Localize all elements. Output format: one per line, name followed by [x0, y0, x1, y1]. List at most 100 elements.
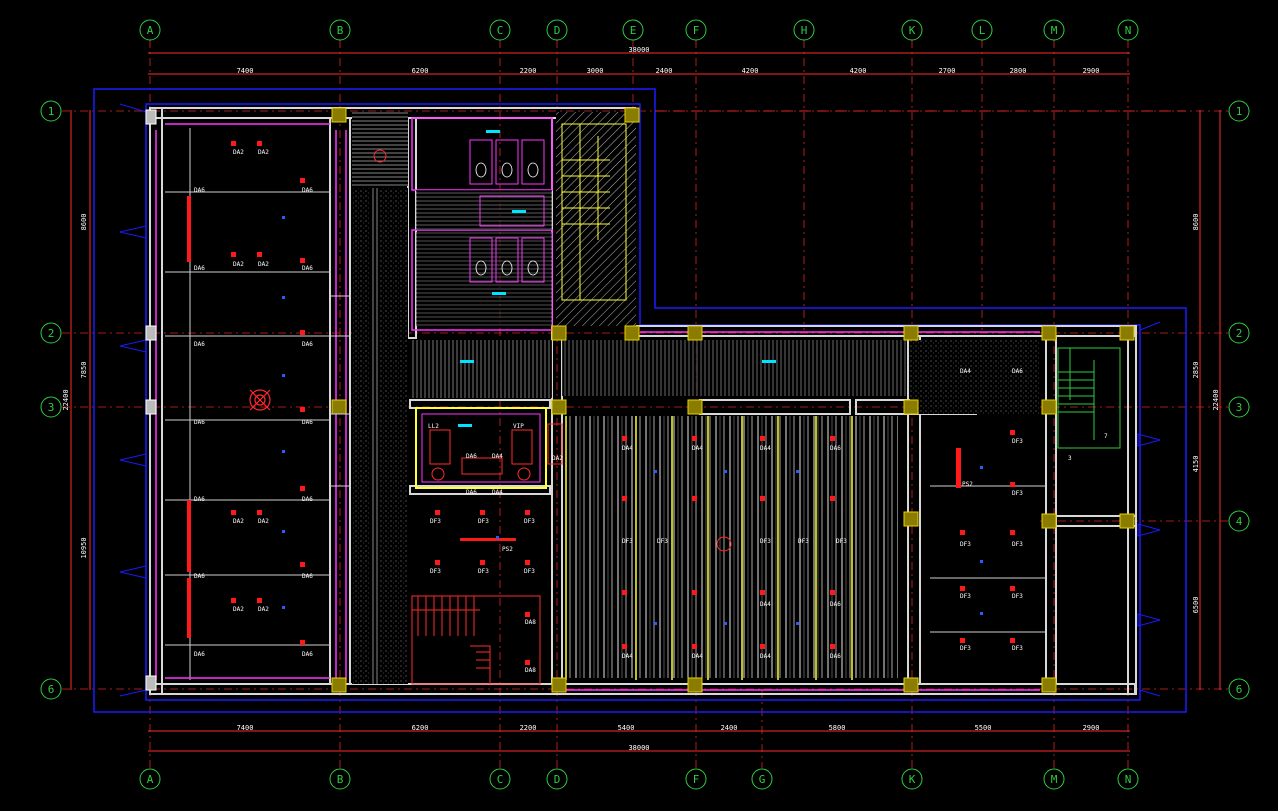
- label-da2: DA2: [233, 606, 244, 613]
- grid-label-right-2: 2: [1236, 327, 1243, 340]
- label-df3: DF3: [430, 518, 441, 525]
- label-da4: DA4: [760, 601, 771, 608]
- label-df3: DF3: [1012, 593, 1023, 600]
- grid-bubble-top-b: B: [329, 19, 351, 41]
- grid-label-right-6: 6: [1236, 683, 1243, 696]
- dim-left-2: 7850: [80, 362, 88, 379]
- label-da2: DA2: [258, 606, 269, 613]
- grid-bubble-bottom-a: A: [139, 768, 161, 790]
- grid-label-top-h: H: [801, 24, 808, 37]
- grid-bubble-right-3: 3: [1228, 396, 1250, 418]
- cad-drawing-canvas[interactable]: A B C D E F H K L M N A B C D F G K M N …: [0, 0, 1278, 811]
- grid-label-left-3: 3: [48, 401, 55, 414]
- label-da6: DA6: [302, 265, 313, 272]
- grid-bubble-bottom-n: N: [1117, 768, 1139, 790]
- label-ll2: LL2: [428, 423, 439, 430]
- dim-top-10: 2900: [1083, 67, 1100, 75]
- dim-bottom-2: 6200: [412, 724, 429, 732]
- label-df3: DF3: [1012, 541, 1023, 548]
- grid-label-right-3: 3: [1236, 401, 1243, 414]
- label-da6: DA6: [194, 419, 205, 426]
- dimension-text-top: 38000 7400 6200 2200 3000 2400 4200 4200…: [237, 46, 1100, 75]
- label-df3: DF3: [960, 593, 971, 600]
- grid-bubble-bottom-k: K: [901, 768, 923, 790]
- grid-label-bottom-m: M: [1051, 773, 1058, 786]
- label-df3: DF3: [960, 541, 971, 548]
- label-df3: DF3: [1012, 438, 1023, 445]
- grid-label-bottom-n: N: [1125, 773, 1132, 786]
- label-da2: DA2: [258, 149, 269, 156]
- label-da2: DA2: [552, 455, 563, 462]
- grid-label-right-1: 1: [1236, 105, 1243, 118]
- grid-label-top-n: N: [1125, 24, 1132, 37]
- label-da2: DA2: [233, 518, 244, 525]
- label-da6: DA6: [194, 573, 205, 580]
- grid-label-right-4: 4: [1236, 515, 1243, 528]
- grid-bubble-top-m: M: [1043, 19, 1065, 41]
- dim-top-8: 2700: [939, 67, 956, 75]
- label-da6: DA6: [1012, 368, 1023, 375]
- label-da4: DA4: [692, 445, 703, 452]
- dim-bottom-6: 5800: [829, 724, 846, 732]
- grid-bubble-left-2: 2: [40, 322, 62, 344]
- label-da6: DA6: [194, 651, 205, 658]
- label-da6: DA6: [466, 453, 477, 460]
- label-da2: DA2: [233, 149, 244, 156]
- dim-bottom-5: 2400: [721, 724, 738, 732]
- grid-bubble-left-6: 6: [40, 678, 62, 700]
- label-da6: DA6: [302, 419, 313, 426]
- grid-bubble-right-4: 4: [1228, 510, 1250, 532]
- dimension-text-left: 8600 7850 10950 22400: [62, 214, 88, 559]
- label-da6: DA6: [194, 341, 205, 348]
- label-da4: DA4: [492, 489, 503, 496]
- dim-top-2: 6200: [412, 67, 429, 75]
- label-da6: DA6: [194, 187, 205, 194]
- label-df3: DF3: [836, 538, 847, 545]
- grid-bubble-right-6: 6: [1228, 678, 1250, 700]
- grid-label-bottom-b: B: [337, 773, 344, 786]
- label-da4: DA4: [622, 653, 633, 660]
- dim-bottom-3: 2200: [520, 724, 537, 732]
- label-da2: DA2: [233, 261, 244, 268]
- grid-label-bottom-a: A: [147, 773, 154, 786]
- label-stair-3: 3: [1068, 455, 1072, 462]
- grid-label-bottom-k: K: [909, 773, 916, 786]
- grid-label-top-l: L: [979, 24, 986, 37]
- floor-plan-drawing[interactable]: A B C D E F H K L M N A B C D F G K M N …: [0, 0, 1278, 811]
- label-ps2: PS2: [962, 481, 973, 488]
- dim-bottom-total: 38000: [628, 744, 649, 752]
- red-strips: [187, 196, 370, 670]
- grid-bubble-right-1: 1: [1228, 100, 1250, 122]
- label-da4: DA4: [760, 445, 771, 452]
- grid-label-bottom-f: F: [693, 773, 700, 786]
- dim-right-1: 8600: [1192, 214, 1200, 231]
- grid-label-top-b: B: [337, 24, 344, 37]
- label-da6: DA6: [194, 265, 205, 272]
- grid-bubble-top-a: A: [139, 19, 161, 41]
- dim-bottom-7: 5500: [975, 724, 992, 732]
- label-da6: DA6: [466, 489, 477, 496]
- dim-right-3: 4150: [1192, 456, 1200, 473]
- label-da4: DA4: [622, 445, 633, 452]
- label-df3: DF3: [1012, 490, 1023, 497]
- grid-bubble-top-d: D: [546, 19, 568, 41]
- dim-left-total: 22400: [62, 389, 70, 410]
- label-stair-7: 7: [1104, 433, 1108, 440]
- dim-top-7: 4200: [850, 67, 867, 75]
- grid-bubble-left-3: 3: [40, 396, 62, 418]
- dim-top-4: 3000: [587, 67, 604, 75]
- dim-left-1: 8600: [80, 214, 88, 231]
- dim-left-3: 10950: [80, 537, 88, 558]
- grid-label-top-f: F: [693, 24, 700, 37]
- grid-label-left-2: 2: [48, 327, 55, 340]
- label-df3: DF3: [657, 538, 668, 545]
- vip-room: [415, 407, 563, 489]
- label-da6: DA6: [302, 496, 313, 503]
- grid-bubble-right-2: 2: [1228, 322, 1250, 344]
- grid-label-top-k: K: [909, 24, 916, 37]
- label-da4: DA4: [492, 453, 503, 460]
- grid-bubble-bottom-f: F: [685, 768, 707, 790]
- grid-bubble-bottom-g: G: [751, 768, 773, 790]
- label-da6: DA6: [302, 573, 313, 580]
- label-da6: DA6: [302, 341, 313, 348]
